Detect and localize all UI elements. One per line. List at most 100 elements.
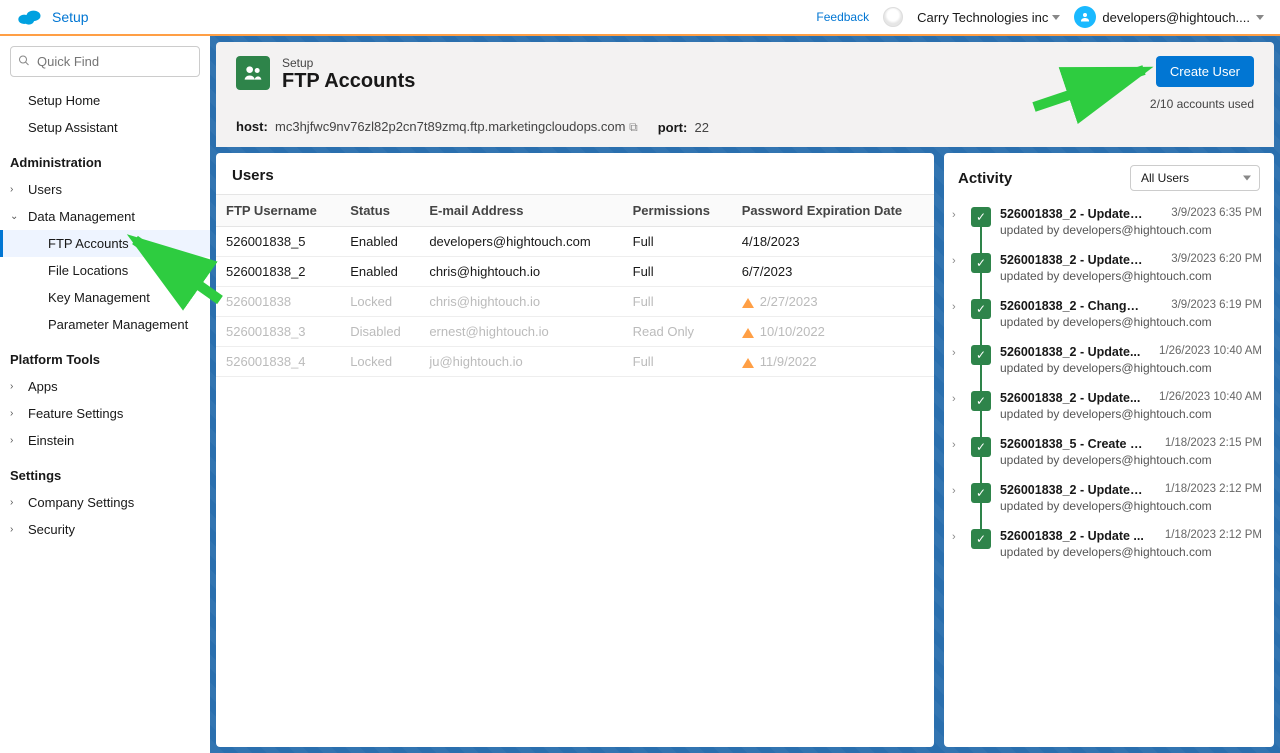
activity-timestamp: 3/9/2023 6:20 PM — [1171, 253, 1262, 267]
chevron-right-icon: › — [10, 381, 13, 392]
table-row[interactable]: 526001838_4Lockedju@hightouch.ioFull11/9… — [216, 347, 934, 377]
cell-status: Enabled — [340, 227, 419, 257]
activity-marker: ✓ — [970, 391, 992, 411]
col-permissions[interactable]: Permissions — [623, 195, 732, 227]
activity-item[interactable]: › ✓ 526001838_2 - Update...1/26/2023 10:40… — [952, 337, 1262, 383]
port-value: 22 — [695, 120, 709, 135]
col-expiration[interactable]: Password Expiration Date — [732, 195, 934, 227]
activity-item[interactable]: › ✓ 526001838_2 - Update ...1/18/2023 2:12… — [952, 521, 1262, 567]
host-value: mc3hjfwc9nv76zl82p2cn7t89zmq.ftp.marketi… — [275, 119, 625, 134]
chevron-right-icon[interactable]: › — [952, 347, 962, 359]
user-menu[interactable]: developers@hightouch.... — [1074, 6, 1264, 28]
users-table: FTP Username Status E-mail Address Permi… — [216, 194, 934, 377]
chevron-right-icon[interactable]: › — [952, 255, 962, 267]
activity-title: 526001838_2 - Update... — [1000, 345, 1140, 359]
table-row[interactable]: 526001838Lockedchris@hightouch.ioFull2/2… — [216, 287, 934, 317]
host-label: host: — [236, 119, 268, 134]
cell-username: 526001838_5 — [216, 227, 340, 257]
chevron-right-icon[interactable]: › — [952, 301, 962, 313]
activity-title: 526001838_2 - Update U... — [1000, 253, 1145, 267]
activity-filter-label: All Users — [1141, 171, 1189, 185]
activity-body: 526001838_2 - Update ...1/18/2023 2:12 P… — [1000, 529, 1262, 559]
nav-einstein[interactable]: ›Einstein — [0, 427, 210, 454]
cell-email: ju@hightouch.io — [419, 347, 622, 377]
caret-down-icon — [1256, 15, 1264, 20]
users-heading: Users — [216, 153, 934, 194]
nav-data-management[interactable]: ⌄Data Management — [0, 203, 210, 230]
activity-item[interactable]: ›✓526001838_2 - Change P...3/9/2023 6:19… — [952, 291, 1262, 337]
cell-status: Enabled — [340, 257, 419, 287]
nav-company-settings[interactable]: ›Company Settings — [0, 489, 210, 516]
check-icon: ✓ — [971, 253, 991, 273]
col-email[interactable]: E-mail Address — [419, 195, 622, 227]
feedback-link[interactable]: Feedback — [816, 10, 869, 24]
users-panel: Users FTP Username Status E-mail Address… — [216, 153, 934, 747]
warning-icon — [742, 298, 754, 308]
nav-parameter-management[interactable]: Parameter Management — [0, 311, 210, 338]
activity-marker: ✓ — [970, 299, 992, 319]
cell-email: chris@hightouch.io — [419, 287, 622, 317]
chevron-right-icon: › — [10, 524, 13, 535]
activity-item[interactable]: › ✓ 526001838_2 - Update U... 3/9/2023 6:20… — [952, 245, 1262, 291]
nav-apps[interactable]: ›Apps — [0, 373, 210, 400]
activity-timestamp: 3/9/2023 6:19 PM — [1171, 299, 1262, 313]
activity-item[interactable]: ›✓526001838_5 - Create N...1/18/2023 2:1… — [952, 429, 1262, 475]
nav-users[interactable]: ›Users — [0, 176, 210, 203]
activity-subtitle: updated by developers@hightouch.com — [1000, 407, 1262, 421]
nav-feature-settings[interactable]: ›Feature Settings — [0, 400, 210, 427]
activity-timestamp: 1/18/2023 2:12 PM — [1165, 529, 1262, 543]
nav-setup-assistant[interactable]: Setup Assistant — [0, 114, 210, 141]
check-icon: ✓ — [971, 529, 991, 549]
nav-key-management[interactable]: Key Management — [0, 284, 210, 311]
nav-file-locations[interactable]: File Locations — [0, 257, 210, 284]
nav-setup-home[interactable]: Setup Home — [0, 87, 210, 114]
warning-icon — [742, 358, 754, 368]
cell-expiration: 6/7/2023 — [732, 257, 934, 287]
cell-expiration: 11/9/2022 — [732, 347, 934, 377]
table-row[interactable]: 526001838_2Enabledchris@hightouch.ioFull… — [216, 257, 934, 287]
activity-timestamp: 1/18/2023 2:12 PM — [1165, 483, 1262, 497]
nav-ftp-accounts[interactable]: FTP Accounts — [0, 230, 210, 257]
setup-link[interactable]: Setup — [52, 9, 89, 25]
copy-host-icon[interactable]: ⧉ — [629, 120, 638, 134]
chevron-right-icon[interactable]: › — [952, 439, 962, 451]
activity-subtitle: updated by developers@hightouch.com — [1000, 361, 1262, 375]
activity-body: 526001838_2 - Update U... 3/9/2023 6:20 P… — [1000, 253, 1262, 283]
table-row[interactable]: 526001838_3Disabledernest@hightouch.ioRe… — [216, 317, 934, 347]
chevron-right-icon[interactable]: › — [952, 485, 962, 497]
chevron-right-icon[interactable]: › — [952, 209, 962, 221]
activity-user-filter[interactable]: All Users — [1130, 165, 1260, 191]
check-icon: ✓ — [971, 299, 991, 319]
cell-expiration: 2/27/2023 — [732, 287, 934, 317]
activity-timestamp: 1/26/2023 10:40 AM — [1159, 391, 1262, 405]
cell-username: 526001838 — [216, 287, 340, 317]
sidebar: Setup Home Setup Assistant Administratio… — [0, 36, 210, 753]
cell-email: developers@hightouch.com — [419, 227, 622, 257]
col-status[interactable]: Status — [340, 195, 419, 227]
table-row[interactable]: 526001838_5Enableddevelopers@hightouch.c… — [216, 227, 934, 257]
chevron-right-icon[interactable]: › — [952, 531, 962, 543]
activity-subtitle: updated by developers@hightouch.com — [1000, 545, 1262, 559]
chevron-right-icon[interactable]: › — [952, 393, 962, 405]
cell-permissions: Full — [623, 257, 732, 287]
activity-marker: ✓ — [970, 253, 992, 273]
col-username[interactable]: FTP Username — [216, 195, 340, 227]
nav-section-settings: Settings — [0, 462, 210, 489]
activity-subtitle: updated by developers@hightouch.com — [1000, 223, 1262, 237]
org-switcher[interactable]: Carry Technologies inc — [917, 10, 1060, 25]
quick-find-input[interactable] — [10, 46, 200, 77]
cell-permissions: Full — [623, 287, 732, 317]
nav-security[interactable]: ›Security — [0, 516, 210, 543]
activity-item[interactable]: ›✓526001838_2 - Update U...3/9/2023 6:35… — [952, 199, 1262, 245]
create-user-button[interactable]: Create User — [1156, 56, 1254, 87]
caret-down-icon — [1243, 176, 1251, 181]
cell-permissions: Read Only — [623, 317, 732, 347]
activity-marker: ✓ — [970, 207, 992, 227]
activity-item[interactable]: ›✓526001838_2 - Update I...1/18/2023 2:1… — [952, 475, 1262, 521]
activity-marker: ✓ — [970, 345, 992, 365]
cell-expiration: 10/10/2022 — [732, 317, 934, 347]
activity-item[interactable]: ›✓526001838_2 - Update...1/26/2023 10:40… — [952, 383, 1262, 429]
activity-title: 526001838_2 - Update U... — [1000, 207, 1145, 221]
activity-body: 526001838_2 - Update...1/26/2023 10:40 A… — [1000, 345, 1262, 375]
main-content: Setup FTP Accounts Create User 2/10 acco… — [210, 36, 1280, 753]
